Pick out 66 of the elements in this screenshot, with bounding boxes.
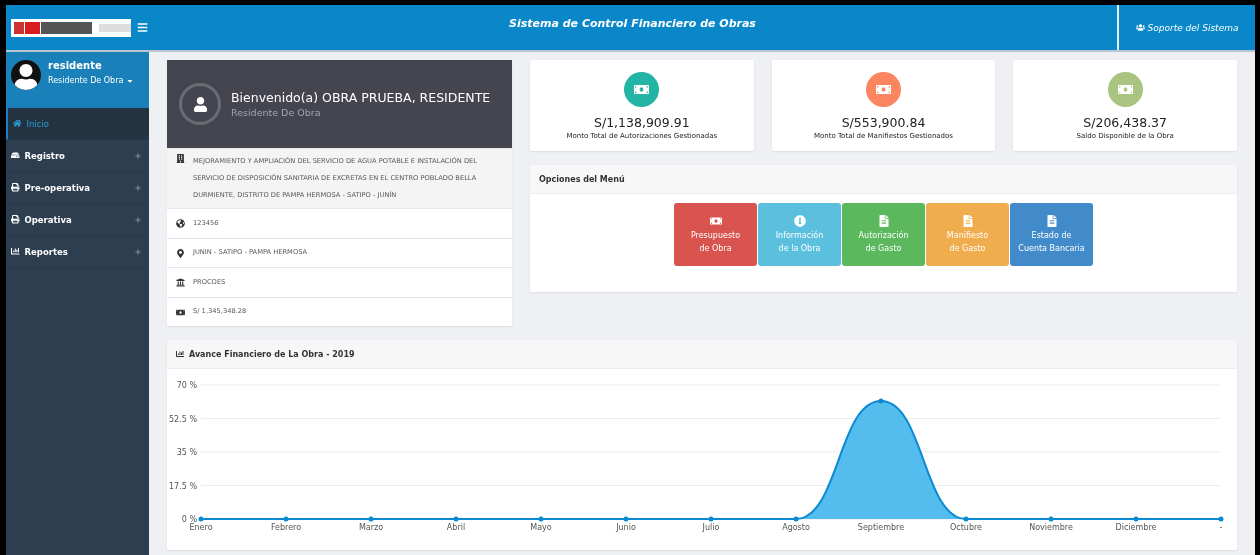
menu-option-button[interactable]: Presupuesto de Obra: [674, 203, 757, 266]
drive-icon: [11, 151, 20, 160]
data-point: [453, 516, 459, 522]
axis-label: -: [1219, 523, 1223, 532]
money-icon: [709, 214, 722, 227]
axis-label: Agosto: [782, 523, 810, 532]
data-point: [1048, 516, 1054, 522]
axis-label: Diciembre: [1115, 523, 1157, 532]
axis-label: Marzo: [358, 523, 384, 532]
menu-option-button[interactable]: Estado de Cuenta Bancaria: [1010, 203, 1093, 266]
bank-icon: [176, 278, 185, 288]
home-icon: [13, 119, 22, 128]
axis-label: Mayo: [530, 523, 552, 532]
role-dropdown[interactable]: Residente De Obra: [48, 76, 135, 85]
axis-label: Febrero: [270, 523, 302, 532]
data-point: [1133, 516, 1139, 522]
printer-icon: [11, 215, 20, 224]
data-point: [198, 516, 204, 522]
stat-amount: S/206,438.37: [1083, 115, 1167, 130]
building-icon: [176, 154, 185, 163]
data-point: [368, 516, 374, 522]
data-point: [623, 516, 629, 522]
axis-label: Octubre: [950, 523, 982, 532]
printer-icon: [11, 183, 20, 192]
bar-chart-icon: [176, 350, 184, 358]
data-point: [963, 516, 969, 522]
data-point: [538, 516, 544, 522]
axis-label: 35 %: [176, 448, 197, 457]
map-marker-icon: [176, 248, 185, 258]
axis-label: Noviembre: [1029, 523, 1073, 532]
data-point: [793, 516, 799, 522]
data-point: [283, 516, 289, 522]
axis-label: Julio: [702, 523, 720, 532]
axis-label: Enero: [189, 523, 213, 532]
document-icon: [961, 214, 974, 227]
card-title: Opciones del Menú: [539, 174, 625, 184]
axis-label: Junio: [616, 523, 636, 532]
data-point: [708, 516, 714, 522]
users-icon: [1135, 23, 1145, 32]
user-name: residente: [48, 60, 103, 71]
data-point: [1218, 516, 1224, 522]
money-icon: [176, 307, 185, 317]
axis-label: Septiembre: [857, 523, 905, 532]
document-icon: [1045, 214, 1058, 227]
card-title: Avance Financiero de La Obra - 2019: [189, 349, 355, 359]
globe-icon: [176, 219, 185, 229]
info-icon: [793, 214, 806, 227]
menu-option-button[interactable]: Autorización de Gasto: [842, 203, 925, 266]
support-link[interactable]: Soporte del Sistema: [1117, 5, 1255, 50]
axis-label: 0 %: [181, 515, 197, 524]
axis-label: 17.5 %: [169, 481, 197, 491]
app-title: Sistema de Control Financiero de Obras: [508, 17, 757, 30]
stat-amount: S/1,138,909.91: [594, 115, 690, 130]
axis-label: Abril: [446, 523, 466, 532]
sidebar-item[interactable]: Inicio: [6, 108, 149, 140]
user-icon: [179, 83, 221, 125]
document-icon: [877, 214, 890, 227]
avatar-icon: [11, 60, 41, 90]
role-text: Residente De Obra: [231, 107, 322, 118]
axis-label: 70 %: [176, 381, 197, 390]
data-point: [878, 398, 884, 404]
bar-chart-icon: [11, 247, 20, 256]
stat-amount: S/553,900.84: [841, 115, 926, 130]
menu-icon[interactable]: [137, 22, 148, 33]
axis-label: 52.5 %: [169, 414, 197, 424]
welcome-text: Bienvenido(a) OBRA PRUEBA, RESIDENTE: [231, 90, 491, 105]
